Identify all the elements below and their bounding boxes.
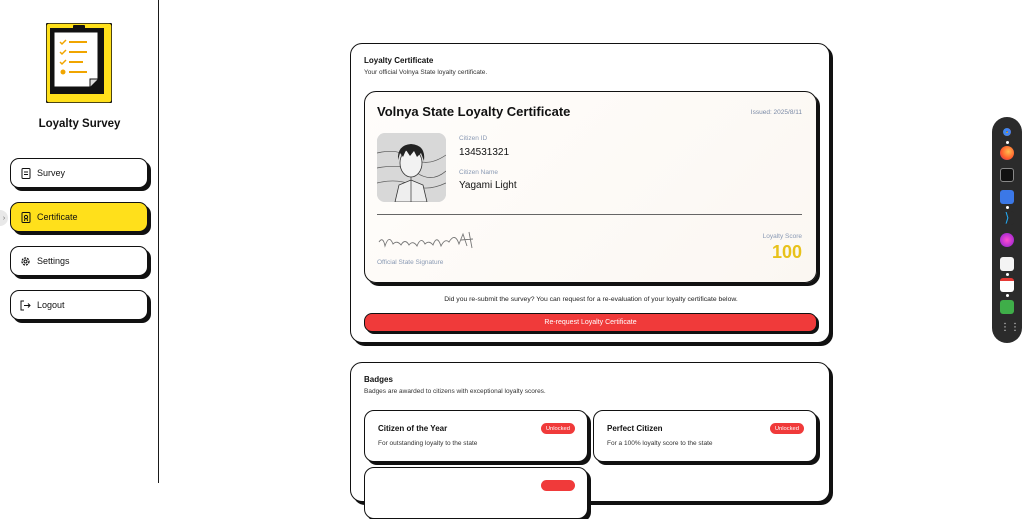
certificate-divider bbox=[377, 214, 802, 215]
certificate-section-subtitle: Your official Volnya State loyalty certi… bbox=[364, 69, 488, 76]
sidebar: Loyalty Survey Survey Certificate Settin… bbox=[0, 0, 159, 483]
loyalty-certificate: Volnya State Loyalty Certificate Issued:… bbox=[364, 91, 817, 283]
signature-label: Official State Signature bbox=[377, 259, 444, 266]
running-indicator bbox=[1006, 294, 1009, 297]
badge-name: Perfect Citizen bbox=[607, 424, 663, 433]
nav-settings-button[interactable]: Settings bbox=[10, 246, 148, 276]
running-indicator bbox=[1006, 141, 1009, 144]
citizen-photo bbox=[377, 133, 446, 202]
text-editor-icon[interactable] bbox=[1000, 257, 1014, 271]
nav-certificate-label: Certificate bbox=[37, 212, 78, 222]
app-title: Loyalty Survey bbox=[38, 118, 121, 130]
citizen-id-label: Citizen ID bbox=[459, 135, 488, 142]
nav-survey-button[interactable]: Survey bbox=[10, 158, 148, 188]
badge-description: For a 100% loyalty score to the state bbox=[607, 440, 713, 447]
badges-card: Badges Badges are awarded to citizens wi… bbox=[350, 362, 830, 519]
badge-card bbox=[364, 467, 588, 519]
running-indicator bbox=[1006, 206, 1009, 209]
badge-card: Perfect Citizen For a 100% loyalty score… bbox=[593, 410, 817, 462]
running-indicator bbox=[1006, 273, 1009, 276]
clipboard-logo-icon bbox=[45, 22, 113, 104]
certificate-title: Volnya State Loyalty Certificate bbox=[377, 104, 571, 119]
certificate-card: Loyalty Certificate Your official Volnya… bbox=[350, 43, 830, 343]
loyalty-score-label: Loyalty Score bbox=[762, 233, 802, 240]
badges-section-title: Badges bbox=[364, 375, 393, 384]
terminal-icon[interactable] bbox=[1000, 168, 1014, 182]
nav-settings-label: Settings bbox=[37, 256, 70, 266]
rerequest-certificate-button[interactable]: Re-request Loyalty Certificate bbox=[364, 313, 817, 332]
nav-certificate-button[interactable]: Certificate bbox=[10, 202, 148, 232]
nav-logout-button[interactable]: Logout bbox=[10, 290, 148, 320]
citizen-id-value: 134531321 bbox=[459, 147, 510, 158]
badge-description: For outstanding loyalty to the state bbox=[378, 440, 478, 447]
badge-card: Citizen of the Year For outstanding loya… bbox=[364, 410, 588, 462]
certificate-issued-date: Issued: 2025/8/11 bbox=[750, 109, 802, 116]
app-dock: ⟩ ⋮⋮ bbox=[992, 117, 1022, 343]
badge-status: Unlocked bbox=[540, 423, 575, 434]
app-grid-icon[interactable]: ⋮⋮ bbox=[1000, 321, 1020, 335]
app-icon[interactable] bbox=[1000, 233, 1014, 247]
resubmit-notice: Did you re-submit the survey? You can re… bbox=[444, 296, 738, 303]
nav-logout-label: Logout bbox=[37, 300, 65, 310]
firefox-icon[interactable] bbox=[1000, 146, 1014, 160]
logout-icon bbox=[20, 300, 31, 311]
gear-icon bbox=[20, 256, 31, 267]
certificate-icon bbox=[20, 211, 31, 223]
notes-icon[interactable] bbox=[1000, 190, 1014, 204]
badges-section-subtitle: Badges are awarded to citizens with exce… bbox=[364, 388, 546, 395]
vscode-icon[interactable]: ⟩ bbox=[1000, 211, 1014, 225]
official-signature bbox=[377, 228, 487, 256]
badge-name: Citizen of the Year bbox=[378, 424, 448, 433]
badge-status bbox=[541, 480, 575, 491]
chrome-icon[interactable] bbox=[1000, 125, 1014, 139]
citizen-name-value: Yagami Light bbox=[459, 180, 517, 191]
loyalty-score-value: 100 bbox=[771, 242, 802, 262]
certificate-section-title: Loyalty Certificate bbox=[364, 56, 434, 65]
nav-survey-label: Survey bbox=[37, 168, 66, 178]
citizen-name-label: Citizen Name bbox=[459, 169, 499, 176]
store-icon[interactable] bbox=[1000, 300, 1014, 314]
document-icon[interactable] bbox=[1000, 278, 1014, 292]
badge-status: Unlocked bbox=[769, 423, 804, 434]
document-icon bbox=[20, 167, 31, 179]
